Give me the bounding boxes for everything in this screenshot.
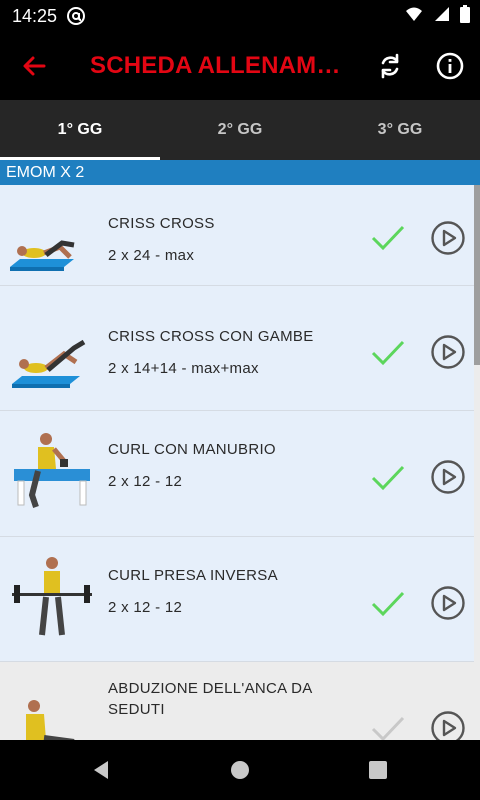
nav-recent-icon[interactable] — [366, 758, 390, 782]
check-icon[interactable] — [370, 338, 406, 368]
back-arrow-icon[interactable] — [18, 50, 50, 82]
exercise-title: ABDUZIONE DELL'ANCA DA SEDUTI — [108, 680, 312, 718]
exercise-title: CRISS CROSS CON GAMBE — [108, 328, 314, 345]
exercise-title: CURL CON MANUBRIO — [108, 441, 276, 458]
status-time: 14:25 — [12, 6, 58, 26]
play-icon[interactable] — [430, 220, 466, 256]
exercise-sets: 2 x 12 - 12 — [108, 473, 183, 490]
info-icon[interactable] — [434, 50, 466, 82]
exercise-sets: 2 x 14+14 - max+max — [108, 360, 259, 377]
exercise-list: CRISS CROSS 2 x 24 - max CRISS CROSS CON… — [0, 185, 480, 740]
exercise-sets: 2 x 24 - max — [108, 247, 195, 264]
status-bar: 14:25 — [0, 0, 480, 32]
exercise-thumbnail — [12, 339, 86, 388]
check-icon[interactable] — [370, 589, 406, 619]
day-tabs: 1° GG 2° GG 3° GG — [0, 100, 480, 160]
play-icon[interactable] — [430, 710, 466, 740]
check-icon-inactive[interactable] — [370, 714, 406, 740]
signal-icon — [434, 7, 449, 21]
tab-day-3[interactable]: 3° GG — [320, 100, 480, 160]
wifi-icon — [406, 7, 423, 21]
section-header: EMOM X 2 — [0, 160, 480, 185]
play-icon[interactable] — [430, 334, 466, 370]
tab-day-2[interactable]: 2° GG — [160, 100, 320, 160]
refresh-icon[interactable] — [374, 50, 406, 82]
status-icons — [399, 5, 470, 27]
exercise-thumbnail — [12, 557, 92, 636]
exercise-row[interactable]: CRISS CROSS 2 x 24 - max — [0, 185, 474, 286]
exercise-row[interactable]: CURL PRESA INVERSA 2 x 12 - 12 — [0, 537, 474, 662]
play-icon[interactable] — [430, 459, 466, 495]
exercise-title: CRISS CROSS — [108, 215, 215, 232]
play-icon[interactable] — [430, 585, 466, 621]
nav-home-icon[interactable] — [228, 758, 252, 782]
battery-icon — [460, 5, 470, 23]
exercise-thumbnail — [10, 240, 75, 271]
check-icon[interactable] — [370, 463, 406, 493]
system-nav-bar — [0, 740, 480, 800]
exercise-sets: 2 x 12 - 12 — [108, 599, 183, 616]
tab-day-1[interactable]: 1° GG — [0, 100, 160, 160]
exercise-thumbnail — [14, 433, 90, 508]
exercise-row[interactable]: ABDUZIONE DELL'ANCA DA SEDUTI — [0, 662, 474, 740]
scrollbar[interactable] — [474, 185, 480, 365]
exercise-title: CURL PRESA INVERSA — [108, 567, 278, 584]
check-icon[interactable] — [370, 223, 406, 253]
exercise-thumbnail — [26, 700, 75, 740]
page-title: SCHEDA ALLENAME... — [90, 52, 345, 79]
exercise-row[interactable]: CRISS CROSS CON GAMBE 2 x 14+14 - max+ma… — [0, 286, 474, 411]
exercise-row[interactable]: CURL CON MANUBRIO 2 x 12 - 12 — [0, 411, 474, 537]
at-sign-icon — [67, 7, 85, 25]
app-bar: SCHEDA ALLENAME... — [0, 32, 480, 100]
nav-back-icon[interactable] — [90, 758, 114, 782]
